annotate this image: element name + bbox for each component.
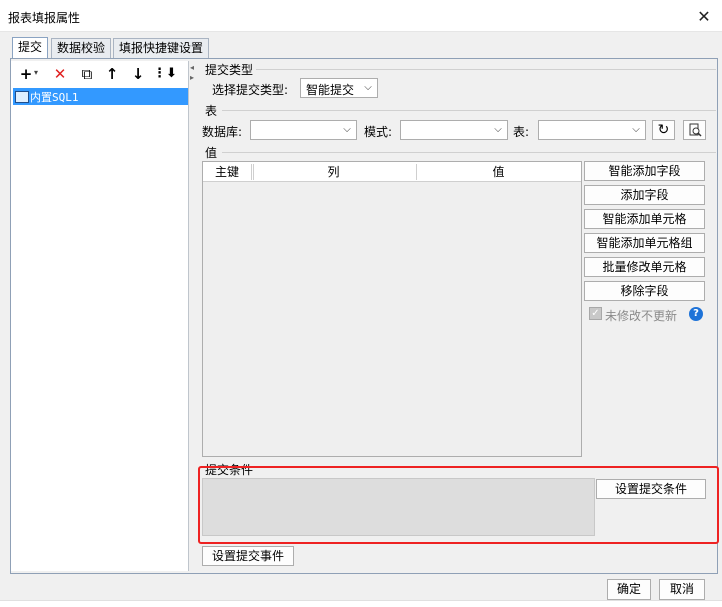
title-bar — [0, 0, 722, 32]
add-field-button[interactable]: 添加字段 — [584, 185, 705, 205]
schema-select[interactable]: ⌵ — [400, 120, 508, 140]
values-table[interactable] — [202, 161, 582, 457]
ok-button[interactable]: 确定 — [607, 579, 651, 600]
no-update-checkbox[interactable]: ✓ — [589, 307, 602, 320]
delete-icon[interactable]: ✕ — [50, 64, 70, 84]
move-up-icon[interactable]: ↑ — [102, 64, 122, 84]
chevron-down-icon: ⌵ — [632, 124, 640, 135]
column-header-column[interactable]: 列 — [251, 162, 416, 182]
copy-icon[interactable]: ⧉ — [77, 64, 97, 84]
table-select[interactable]: ⌵ — [538, 120, 646, 140]
tab-data-validation[interactable]: 数据校验 — [51, 38, 111, 58]
background-sheet-strip — [0, 600, 722, 607]
chevron-down-icon: ⌵ — [364, 82, 372, 93]
dialog-title: 报表填报属性 — [8, 11, 81, 25]
datasource-list-pane — [11, 61, 189, 571]
table-section-title: 表 — [205, 104, 218, 118]
no-update-label: 未修改不更新 — [605, 309, 678, 323]
add-icon[interactable]: + — [16, 64, 36, 84]
set-submit-event-button[interactable]: 设置提交事件 — [202, 546, 294, 566]
submit-type-label: 选择提交类型: — [212, 83, 289, 97]
tree-item-label: 内置SQL1 — [30, 91, 79, 104]
schema-label: 模式: — [364, 125, 393, 139]
tab-shortcut-settings[interactable]: 填报快捷键设置 — [113, 38, 209, 58]
values-section-title: 值 — [205, 146, 218, 160]
database-select[interactable]: ⌵ — [250, 120, 357, 140]
database-label: 数据库: — [202, 125, 243, 139]
refresh-icon[interactable]: ↻ — [652, 120, 675, 140]
move-down-icon[interactable]: ↓ — [128, 64, 148, 84]
smart-add-cell-button[interactable]: 智能添加单元格 — [584, 209, 705, 229]
close-icon[interactable]: ✕ — [692, 6, 716, 28]
highlight-frame — [198, 466, 719, 544]
column-header-key[interactable]: 主键 — [203, 162, 251, 182]
table-label: 表: — [513, 125, 530, 139]
submit-type-value: 智能提交 — [306, 83, 355, 97]
column-divider — [416, 164, 417, 180]
sql-datasource-icon — [15, 91, 29, 103]
column-header-value[interactable]: 值 — [416, 162, 581, 182]
section-divider — [222, 110, 716, 111]
section-divider — [256, 69, 716, 70]
tab-submit[interactable]: 提交 — [12, 37, 48, 59]
submit-type-section-title: 提交类型 — [205, 63, 254, 77]
smart-add-field-button[interactable]: 智能添加字段 — [584, 161, 705, 181]
batch-modify-cell-button[interactable]: 批量修改单元格 — [584, 257, 705, 277]
move-more-icon[interactable]: ⋮⬇ — [152, 64, 178, 84]
splitter-grip-icon[interactable]: ◂ ▸ — [190, 63, 196, 83]
cancel-button[interactable]: 取消 — [659, 579, 705, 600]
smart-add-cell-group-button[interactable]: 智能添加单元格组 — [584, 233, 705, 253]
submit-type-select[interactable]: 智能提交 ⌵ — [300, 78, 378, 98]
column-divider — [253, 164, 254, 180]
remove-field-button[interactable]: 移除字段 — [584, 281, 705, 301]
section-divider — [222, 152, 716, 153]
add-dropdown-caret-icon[interactable]: ▾ — [34, 68, 38, 77]
column-divider — [251, 164, 252, 180]
chevron-down-icon: ⌵ — [494, 124, 502, 135]
search-table-icon[interactable] — [683, 120, 706, 140]
help-icon[interactable]: ? — [689, 307, 703, 321]
chevron-down-icon: ⌵ — [343, 124, 351, 135]
tree-item-sql1[interactable]: 内置SQL1 — [13, 88, 188, 105]
